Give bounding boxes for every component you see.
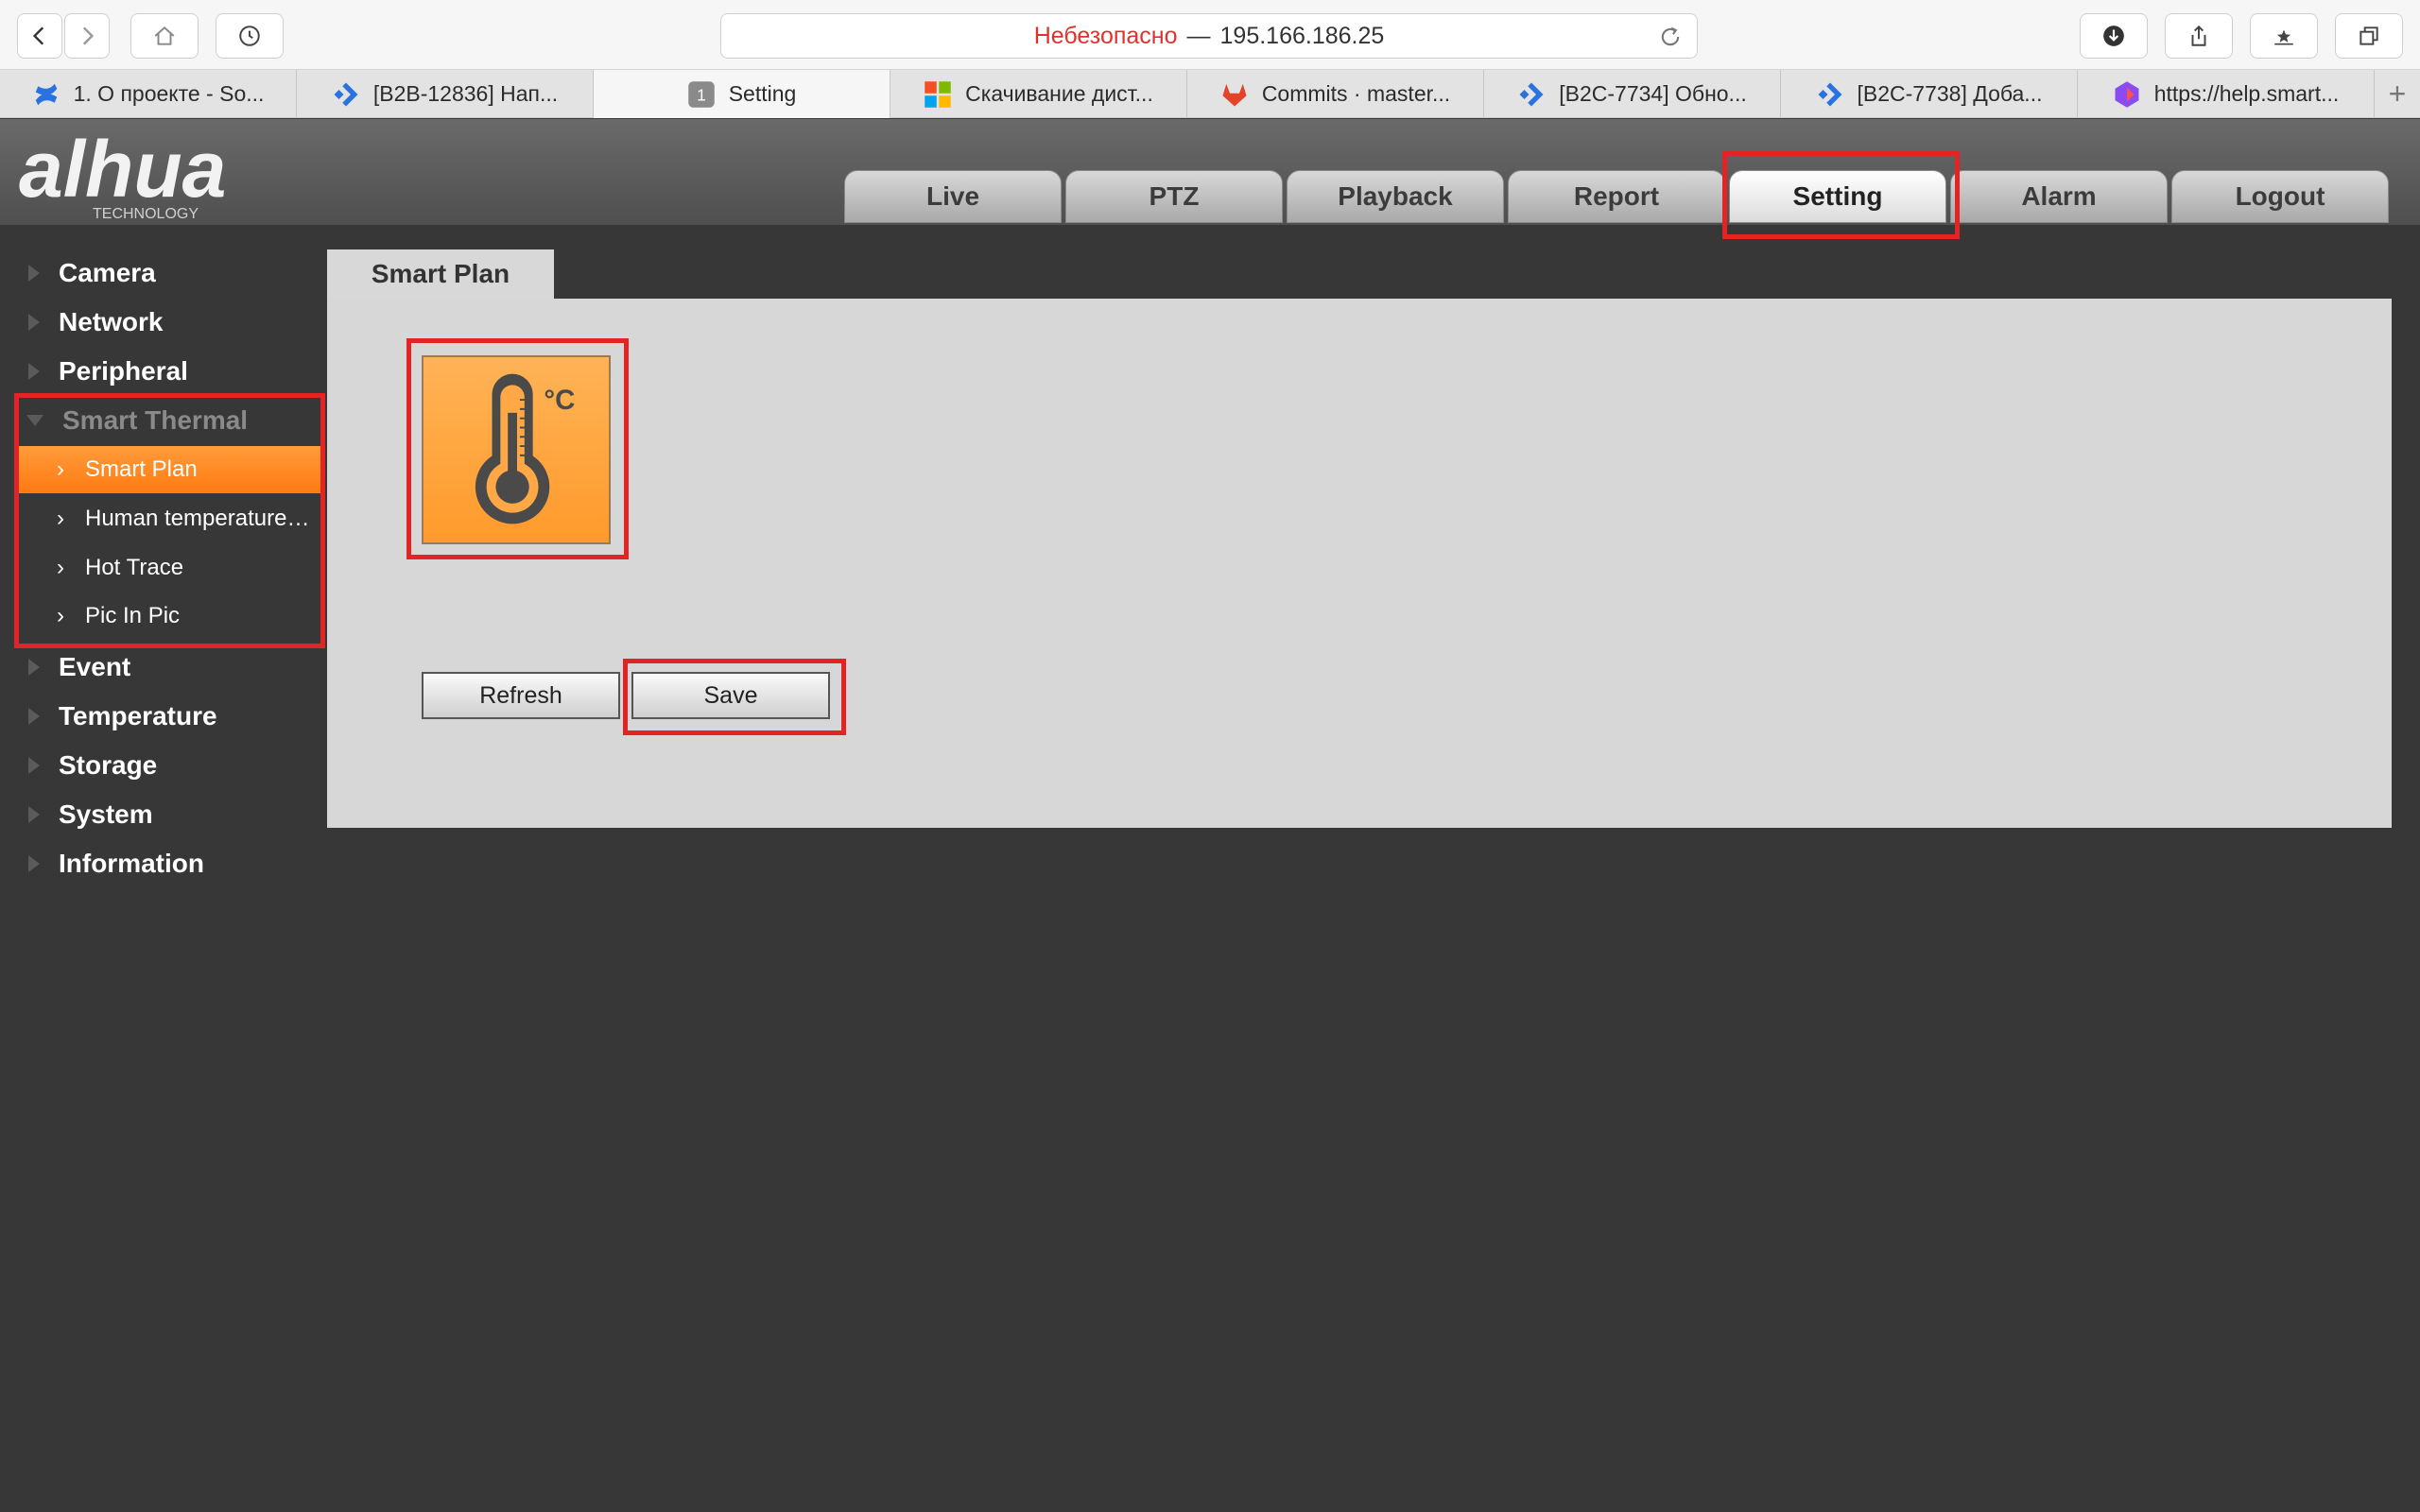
gitlab-icon [1222, 83, 1247, 106]
page-number-icon: 1 [687, 80, 715, 108]
browser-tab-strip: 1. О проекте - So... [B2B-12836] Нап... … [0, 70, 2420, 118]
browser-toolbar: Небезопасно — 195.166.186.25 [0, 0, 2420, 70]
bookmarks-button[interactable] [2250, 13, 2318, 59]
triangle-right-icon [28, 659, 40, 676]
chevron-right-icon: › [57, 456, 64, 482]
url-separator: — [1186, 22, 1211, 49]
chevron-right-icon: › [57, 506, 64, 531]
svg-text:1: 1 [697, 85, 706, 104]
sidebar-subitem-hot-trace[interactable]: › Hot Trace [19, 544, 321, 592]
triangle-right-icon [28, 314, 40, 331]
address-bar[interactable]: Небезопасно — 195.166.186.25 [720, 13, 1698, 59]
sidebar-item-network[interactable]: Network [0, 298, 326, 347]
chevron-right-icon: › [57, 603, 64, 628]
download-icon [2103, 26, 2124, 46]
browser-tab[interactable]: [B2C-7738] Доба... [1781, 70, 2078, 118]
triangle-right-icon [28, 708, 40, 725]
triangle-right-icon [28, 757, 40, 774]
nav-tab-logout[interactable]: Logout [2171, 170, 2389, 223]
reload-icon[interactable] [1657, 24, 1684, 50]
microsoft-icon [925, 80, 951, 108]
home-icon [154, 26, 175, 45]
triangle-down-icon [26, 415, 43, 426]
history-button[interactable] [216, 13, 284, 59]
triangle-right-icon [28, 806, 40, 823]
sidebar-item-smart-thermal[interactable]: Smart Thermal [0, 396, 326, 445]
sidebar-subitem-smart-plan[interactable]: › Smart Plan [19, 446, 321, 493]
sidebar-subitem-pic-in-pic[interactable]: › Pic In Pic [19, 593, 321, 640]
triangle-right-icon [28, 855, 40, 872]
dahua-logo: alhua TECHNOLOGY [19, 129, 226, 222]
share-icon [2191, 25, 2206, 46]
nav-tab-setting[interactable]: Setting [1729, 170, 1946, 223]
url-host: 195.166.186.25 [1219, 22, 1385, 49]
browser-tab[interactable]: https://help.smart... [2078, 70, 2375, 118]
sidebar-item-peripheral[interactable]: Peripheral [0, 347, 326, 396]
nav-tab-ptz[interactable]: PTZ [1065, 170, 1283, 223]
insecure-label: Небезопасно [1033, 22, 1178, 49]
refresh-button[interactable]: Refresh [422, 672, 620, 719]
svg-text:alhua: alhua [19, 129, 226, 214]
browser-tab[interactable]: [B2B-12836] Нап... [297, 70, 594, 118]
svg-text:°C: °C [544, 385, 575, 416]
thermometer-icon: °C [475, 373, 575, 524]
chevron-right-icon: › [57, 555, 64, 580]
downloads-button[interactable] [2080, 13, 2148, 59]
forward-button[interactable] [64, 13, 110, 59]
chevron-right-icon [82, 26, 95, 45]
nav-tab-live[interactable]: Live [844, 170, 1062, 223]
confluence-icon [35, 83, 57, 105]
sidebar-item-information[interactable]: Information [0, 839, 326, 888]
back-button[interactable] [17, 13, 62, 59]
nav-tab-report[interactable]: Report [1508, 170, 1725, 223]
settings-sidebar: Camera Network Peripheral Smart Thermal … [0, 225, 326, 1512]
sidebar-item-system[interactable]: System [0, 790, 326, 839]
browser-tab-active[interactable]: 1 Setting [594, 70, 890, 118]
browser-tab[interactable]: Скачивание дист... [890, 70, 1187, 118]
sidebar-item-event[interactable]: Event [0, 643, 326, 692]
browser-tab[interactable]: [B2C-7734] Обно... [1484, 70, 1781, 118]
chevron-left-icon [32, 26, 44, 45]
browser-tab[interactable]: Commits · master... [1187, 70, 1484, 118]
nav-tab-playback[interactable]: Playback [1287, 170, 1504, 223]
nav-tab-alarm[interactable]: Alarm [1950, 170, 2168, 223]
triangle-right-icon [28, 265, 40, 282]
content-tab-smart-plan[interactable]: Smart Plan [327, 249, 554, 299]
save-button[interactable]: Save [631, 672, 830, 719]
app-header: alhua TECHNOLOGY Live PTZ Playback Repor… [0, 119, 2420, 225]
jira-icon [334, 82, 358, 106]
tabs-overview-button[interactable] [2335, 13, 2403, 59]
star-icon [2274, 29, 2293, 45]
sidebar-item-camera[interactable]: Camera [0, 249, 326, 298]
share-button[interactable] [2165, 13, 2233, 59]
tabs-icon [2360, 26, 2378, 45]
triangle-right-icon [28, 363, 40, 380]
smart-plan-panel: °C Refresh Save [327, 299, 2392, 828]
sidebar-item-temperature[interactable]: Temperature [0, 692, 326, 741]
svg-text:TECHNOLOGY: TECHNOLOGY [93, 206, 199, 222]
new-tab-button[interactable]: + [2375, 70, 2420, 118]
thermometer-plan-tile[interactable]: °C [422, 355, 611, 544]
jira-icon [1519, 82, 1544, 106]
jira-icon [1818, 82, 1841, 106]
clock-icon [239, 26, 260, 46]
sidebar-item-storage[interactable]: Storage [0, 741, 326, 790]
sidebar-subitem-human-temperature[interactable]: › Human temperature ... [19, 495, 321, 542]
site-icon [2115, 80, 2139, 108]
home-button[interactable] [130, 13, 199, 59]
browser-tab[interactable]: 1. О проекте - So... [0, 70, 297, 118]
